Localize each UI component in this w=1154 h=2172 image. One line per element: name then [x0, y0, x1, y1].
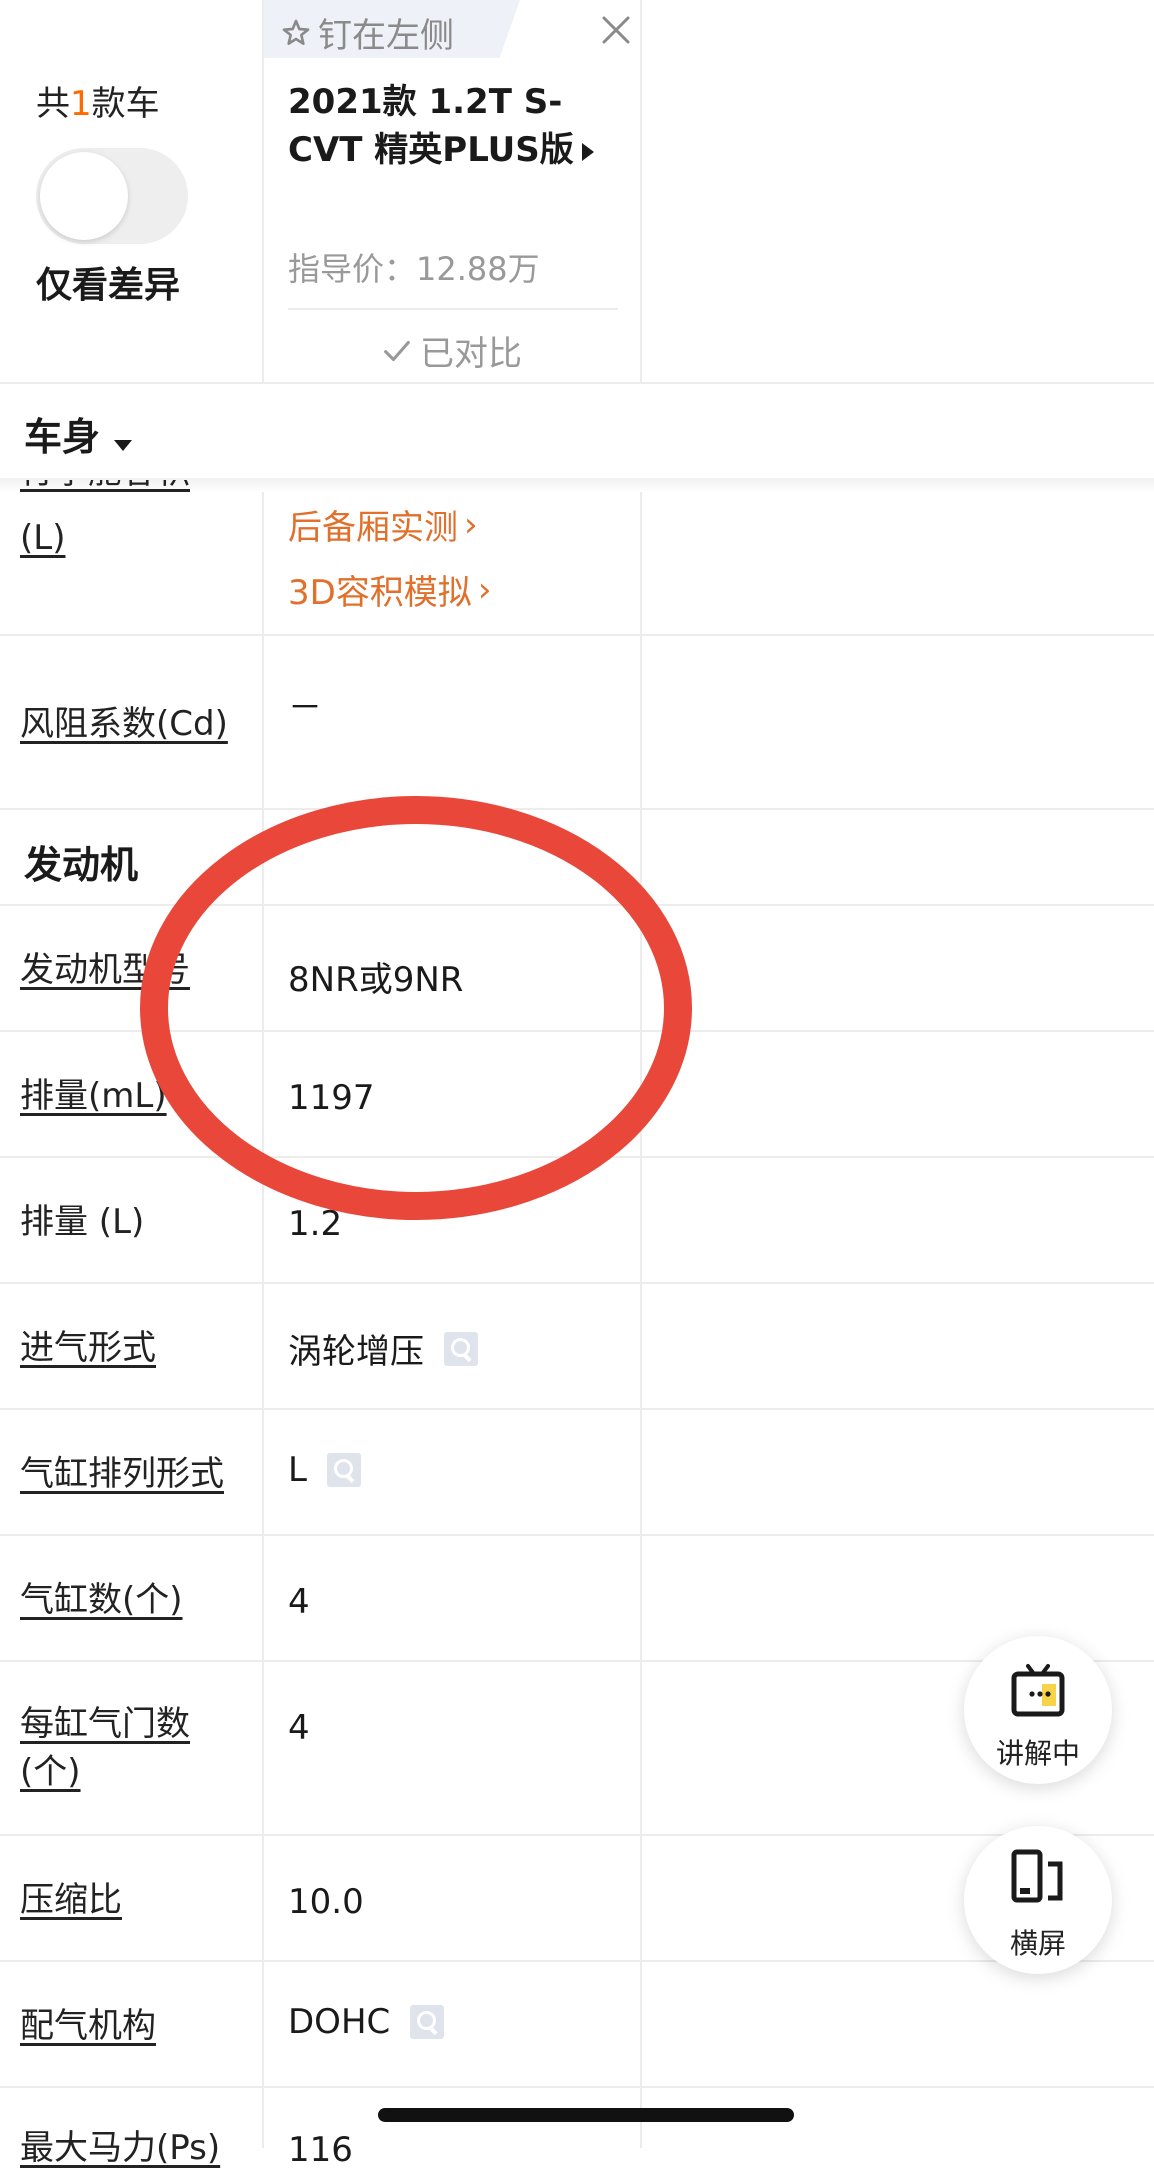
- explain-label: 讲解中: [995, 1737, 1080, 1770]
- compared-label: 已对比: [420, 334, 522, 374]
- row-divider: [0, 1534, 1154, 1536]
- row-divider: [0, 1408, 1154, 1410]
- cylinder-layout-value: L: [288, 1450, 361, 1490]
- row-divider: [0, 2086, 1154, 2088]
- valve-train-label[interactable]: 配气机构: [20, 2002, 250, 2050]
- explain-button[interactable]: 讲解中: [964, 1636, 1112, 1784]
- intake-type-label[interactable]: 进气形式: [20, 1324, 250, 1372]
- toggle-knob: [40, 152, 128, 240]
- pin-label: 钉在左侧: [318, 16, 454, 56]
- expand-arrow-icon: [581, 142, 594, 161]
- home-indicator[interactable]: [378, 2108, 794, 2122]
- max-horsepower-label[interactable]: 最大马力(Ps): [20, 2124, 250, 2172]
- guide-price: 指导价：12.88万: [288, 250, 540, 288]
- model-name-link[interactable]: 2021款 1.2T S-CVT 精英PLUS版: [288, 78, 628, 174]
- cylinder-count-value: 4: [288, 1582, 310, 1622]
- intake-type-value: 涡轮增压: [288, 1324, 478, 1373]
- check-icon: [384, 340, 410, 361]
- valve-train-value: DOHC: [288, 2002, 445, 2042]
- drag-coefficient-value: －: [288, 688, 322, 728]
- trunk-label[interactable]: 行李舱容积 (L): [20, 480, 250, 560]
- section-bar-body[interactable]: 车身: [0, 384, 1154, 478]
- row-divider: [0, 634, 1154, 636]
- red-circle-annotation: [140, 796, 692, 1220]
- chevron-right-icon: ›: [477, 569, 492, 610]
- valves-per-cylinder-value: 4: [288, 1708, 310, 1748]
- landscape-label: 横屏: [1009, 1927, 1066, 1960]
- rotate-screen-icon: [1011, 1849, 1063, 1903]
- chevron-right-icon: ›: [464, 504, 478, 545]
- section-title-engine: 发动机: [24, 843, 139, 887]
- valves-per-cylinder-label[interactable]: 每缸气门数(个): [20, 1700, 250, 1796]
- diff-only-label: 仅看差异: [36, 265, 181, 306]
- trunk-link-measure[interactable]: 后备厢实测 ›: [288, 500, 478, 549]
- compared-button[interactable]: 已对比: [380, 326, 522, 375]
- search-icon[interactable]: [444, 1331, 478, 1366]
- compression-ratio-label[interactable]: 压缩比: [20, 1876, 250, 1924]
- pin-left-button[interactable]: 钉在左侧: [264, 0, 520, 58]
- tv-icon: [1011, 1664, 1065, 1717]
- trunk-link-3d[interactable]: 3D容积模拟 ›: [288, 565, 491, 614]
- pin-icon: [282, 19, 310, 45]
- cylinder-count-label[interactable]: 气缸数(个): [20, 1576, 250, 1624]
- cylinder-layout-label[interactable]: 气缸排列形式: [20, 1450, 250, 1498]
- max-horsepower-value: 116: [288, 2130, 353, 2170]
- row-divider: [0, 1282, 1154, 1284]
- price-divider: [288, 308, 618, 310]
- search-icon[interactable]: [326, 1453, 361, 1487]
- compression-ratio-value: 10.0: [288, 1882, 364, 1922]
- row-divider: [0, 1834, 1154, 1836]
- section-title-body: 车身: [24, 415, 101, 459]
- drag-coefficient-label[interactable]: 风阻系数(Cd): [20, 700, 250, 748]
- diff-only-toggle[interactable]: [36, 148, 188, 244]
- close-icon[interactable]: [596, 10, 636, 50]
- caret-down-icon: [114, 440, 133, 451]
- search-icon[interactable]: [410, 2005, 445, 2039]
- car-count: 共1款车: [36, 84, 160, 124]
- landscape-button[interactable]: 横屏: [964, 1826, 1112, 1974]
